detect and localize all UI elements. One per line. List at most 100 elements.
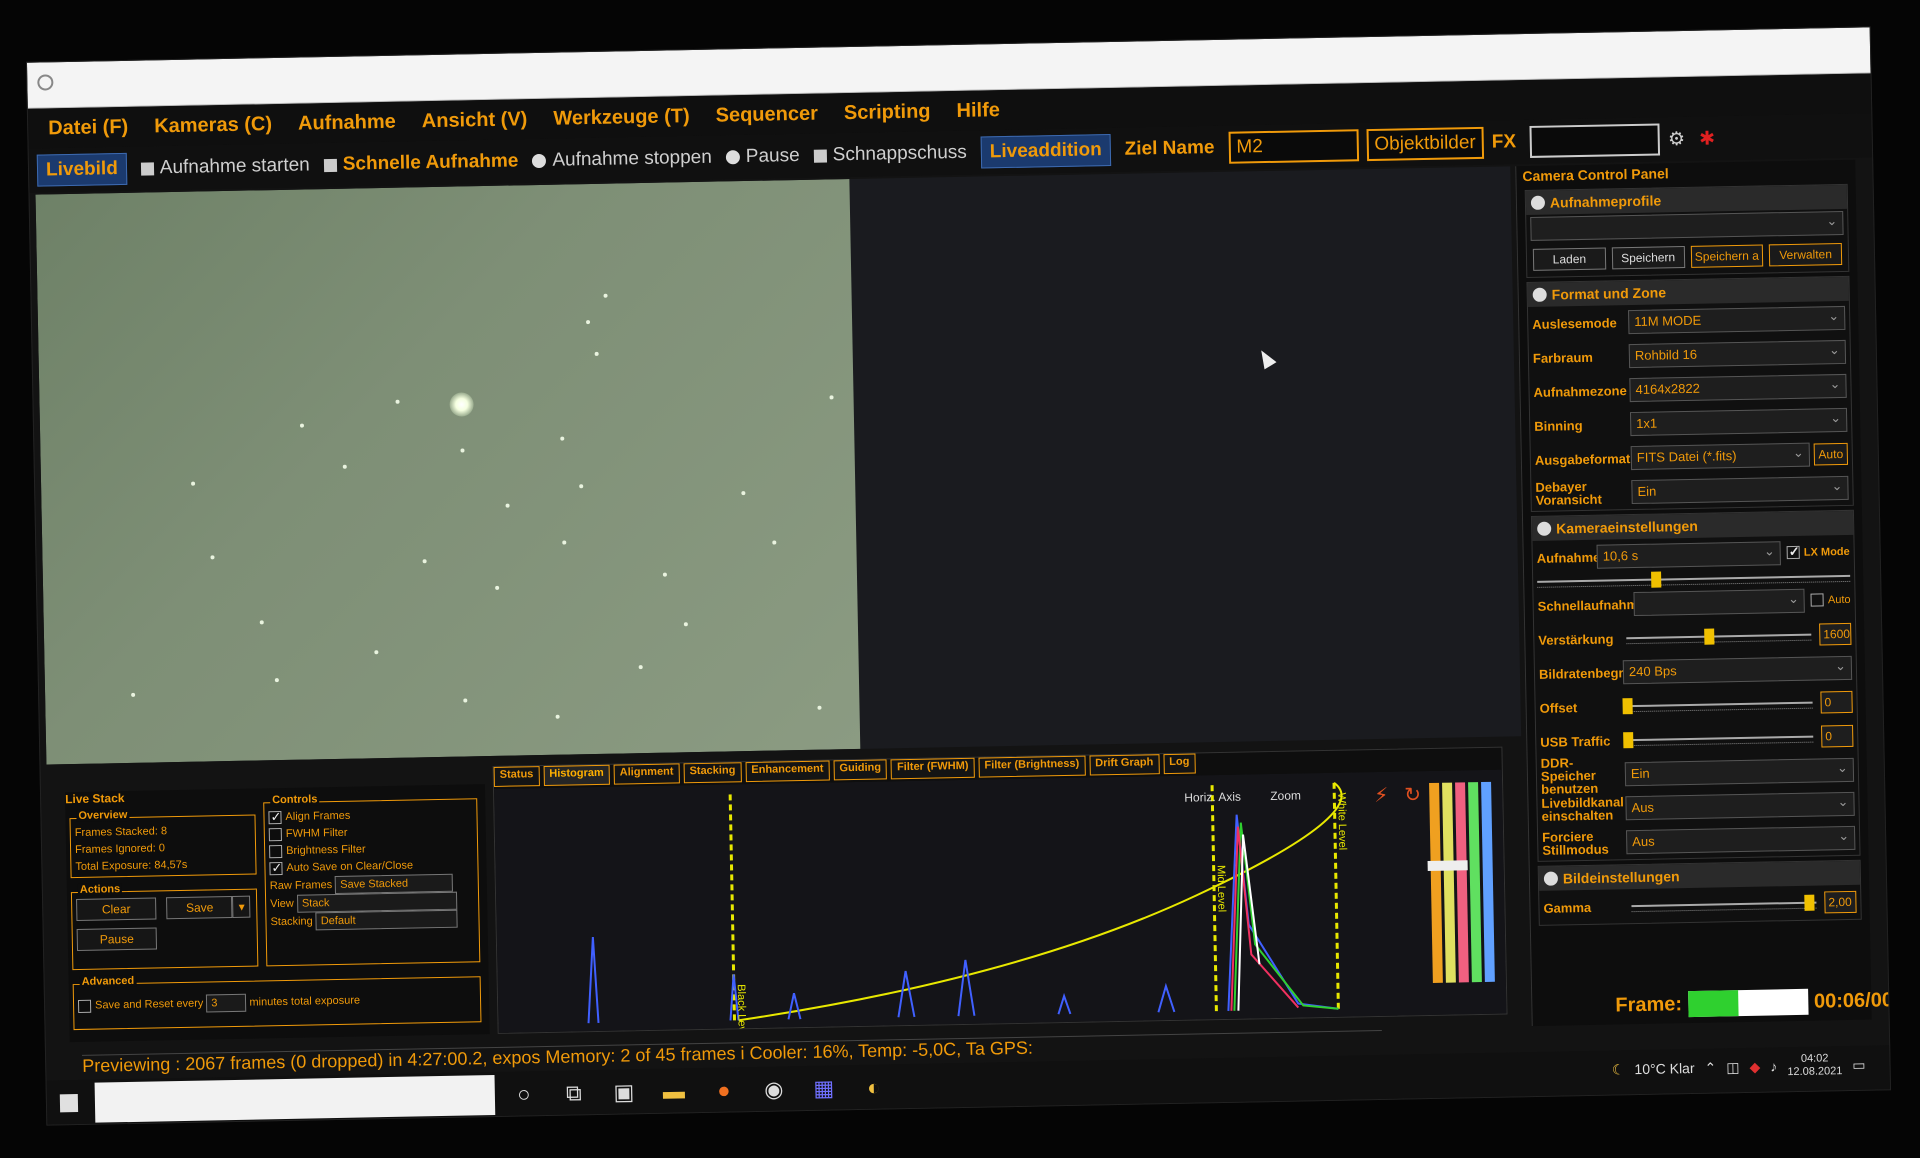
- channel-sliders[interactable]: [1426, 781, 1495, 983]
- gain-slider[interactable]: [1626, 628, 1812, 648]
- start-capture-button[interactable]: Aufnahme starten: [140, 154, 310, 179]
- quick-auto-checkbox[interactable]: Auto: [1810, 591, 1851, 609]
- start-button[interactable]: [47, 1080, 92, 1126]
- antivirus-icon[interactable]: ◆: [1749, 1058, 1760, 1075]
- output-format-select[interactable]: FITS Datei (*.fits): [1630, 442, 1811, 471]
- usb-traffic-slider[interactable]: [1623, 730, 1814, 750]
- stop-capture-button[interactable]: Aufnahme stoppen: [532, 147, 712, 172]
- live-channel-select[interactable]: Aus: [1625, 791, 1855, 821]
- save-as-profile-button[interactable]: Speichern a: [1690, 244, 1764, 268]
- weather-text[interactable]: 10°C Klar: [1634, 1060, 1694, 1077]
- menu-aufnahme[interactable]: Aufnahme: [298, 110, 396, 135]
- offset-slider[interactable]: [1622, 696, 1813, 716]
- save-dropdown-icon[interactable]: ▾: [232, 895, 251, 918]
- minutes-stepper[interactable]: 3: [206, 993, 247, 1013]
- menu-scripting[interactable]: Scripting: [844, 100, 931, 125]
- still-mode-select[interactable]: Aus: [1626, 825, 1856, 855]
- settings-icon[interactable]: ⚙: [1668, 127, 1685, 150]
- objektbilder-button[interactable]: Objektbilder: [1366, 126, 1485, 162]
- capture-app-icon[interactable]: ▦: [802, 1071, 845, 1106]
- raw-frames-select[interactable]: Save Stacked: [335, 873, 454, 895]
- menu-ansicht[interactable]: Ansicht (V): [422, 108, 528, 133]
- tab-enhancement[interactable]: Enhancement: [745, 760, 830, 783]
- menu-datei[interactable]: Datei (F): [48, 115, 128, 140]
- tab-histogram[interactable]: Histogram: [543, 764, 610, 787]
- horiz-axis-label[interactable]: Horiz. Axis: [1184, 790, 1241, 805]
- reset-icon[interactable]: ↻: [1404, 782, 1421, 806]
- menu-werkzeuge[interactable]: Werkzeuge (T): [553, 105, 690, 131]
- menu-sequencer[interactable]: Sequencer: [715, 102, 818, 127]
- offset-slider-thumb[interactable]: [1622, 698, 1633, 715]
- debayer-select[interactable]: Ein: [1631, 475, 1849, 505]
- exposure-slider-thumb[interactable]: [1650, 571, 1662, 588]
- chat-icon[interactable]: ◉: [753, 1072, 796, 1107]
- profile-select[interactable]: [1530, 210, 1844, 241]
- tab-alignment[interactable]: Alignment: [613, 763, 680, 785]
- auto-format-button[interactable]: Auto: [1813, 442, 1849, 466]
- star: [772, 540, 777, 545]
- tab-drift-graph[interactable]: Drift Graph: [1089, 754, 1160, 776]
- ddr-select[interactable]: Ein: [1624, 757, 1855, 787]
- offset-value[interactable]: 0: [1820, 690, 1853, 714]
- task-view-icon[interactable]: ⧉: [553, 1076, 596, 1111]
- star: [210, 555, 215, 560]
- store-icon[interactable]: ▣: [603, 1075, 646, 1110]
- lx-mode-checkbox[interactable]: LX Mode: [1786, 543, 1850, 561]
- color-space-label: Farbraum: [1532, 349, 1594, 366]
- livebild-button[interactable]: Livebild: [36, 152, 128, 187]
- color-space-select[interactable]: Rohbild 16: [1628, 339, 1847, 369]
- tab-filter-brightness[interactable]: Filter (Brightness): [978, 755, 1086, 778]
- menu-hilfe[interactable]: Hilfe: [956, 99, 1000, 123]
- gamma-label: Gamma: [1543, 899, 1592, 916]
- readout-mode-select[interactable]: 11M MODE: [1628, 305, 1846, 335]
- tab-stacking[interactable]: Stacking: [683, 762, 742, 784]
- notification-icon[interactable]: ▭: [1852, 1056, 1866, 1073]
- liveaddition-button[interactable]: Liveaddition: [980, 134, 1112, 169]
- histogram-chart[interactable]: Black Level Mid Level White Level Horiz.…: [494, 769, 1507, 1033]
- exposure-input[interactable]: 10,6 s: [1596, 541, 1782, 569]
- cpwi-icon[interactable]: ◐: [852, 1070, 895, 1105]
- load-profile-button[interactable]: Laden: [1532, 247, 1606, 271]
- tab-guiding[interactable]: Guiding: [833, 759, 888, 781]
- explorer-icon[interactable]: ▬: [653, 1074, 696, 1109]
- cooler-icon[interactable]: ✱: [1699, 127, 1715, 150]
- gamma-slider[interactable]: [1631, 894, 1817, 916]
- capture-zone-select[interactable]: 4164x2822: [1629, 373, 1847, 403]
- stacking-select[interactable]: Default: [315, 909, 458, 931]
- pause-button[interactable]: Pause: [725, 145, 800, 168]
- save-reset-check[interactable]: [77, 999, 92, 1013]
- zoom-label[interactable]: Zoom: [1270, 788, 1301, 803]
- taskbar-search[interactable]: [94, 1074, 496, 1123]
- fx-input[interactable]: [1529, 123, 1661, 158]
- auto-stretch-icon[interactable]: ⚡: [1374, 783, 1389, 807]
- clock[interactable]: 04:02 12.08.2021: [1787, 1052, 1843, 1079]
- tab-status[interactable]: Status: [493, 766, 540, 787]
- gain-value[interactable]: 1600: [1819, 622, 1852, 646]
- menu-kameras[interactable]: Kameras (C): [154, 113, 272, 138]
- gain-slider-thumb[interactable]: [1704, 628, 1715, 645]
- preview-area[interactable]: [35, 166, 1522, 765]
- clear-button[interactable]: Clear: [76, 897, 157, 921]
- binning-select[interactable]: 1x1: [1629, 407, 1848, 437]
- firefox-icon[interactable]: ●: [703, 1073, 746, 1108]
- frame-time: 00:06/00: [1813, 988, 1892, 1013]
- quick-capture-button[interactable]: Schnelle Aufnahme: [323, 150, 519, 176]
- gamma-value[interactable]: 2,00: [1824, 890, 1857, 914]
- save-profile-button[interactable]: Speichern: [1611, 246, 1685, 270]
- target-name-input[interactable]: M2: [1228, 129, 1359, 164]
- usb-traffic-thumb[interactable]: [1623, 732, 1634, 749]
- cortana-icon[interactable]: ○: [503, 1077, 546, 1112]
- save-button[interactable]: Save: [166, 895, 233, 920]
- bandwidth-select[interactable]: 240 Bps: [1622, 655, 1853, 685]
- tab-filter-fwhm[interactable]: Filter (FWHM): [890, 757, 975, 780]
- network-icon[interactable]: ◫: [1726, 1059, 1740, 1076]
- gamma-slider-thumb[interactable]: [1803, 894, 1815, 911]
- manage-profiles-button[interactable]: Verwalten: [1769, 242, 1843, 267]
- snapshot-button[interactable]: Schnappschuss: [813, 142, 967, 167]
- quick-capture-select[interactable]: [1633, 588, 1806, 617]
- chevron-up-icon[interactable]: ⌃: [1704, 1059, 1716, 1076]
- usb-traffic-value[interactable]: 0: [1821, 724, 1854, 748]
- tab-log[interactable]: Log: [1163, 753, 1196, 775]
- pause-stack-button[interactable]: Pause: [76, 927, 158, 951]
- volume-icon[interactable]: ♪: [1770, 1058, 1777, 1074]
